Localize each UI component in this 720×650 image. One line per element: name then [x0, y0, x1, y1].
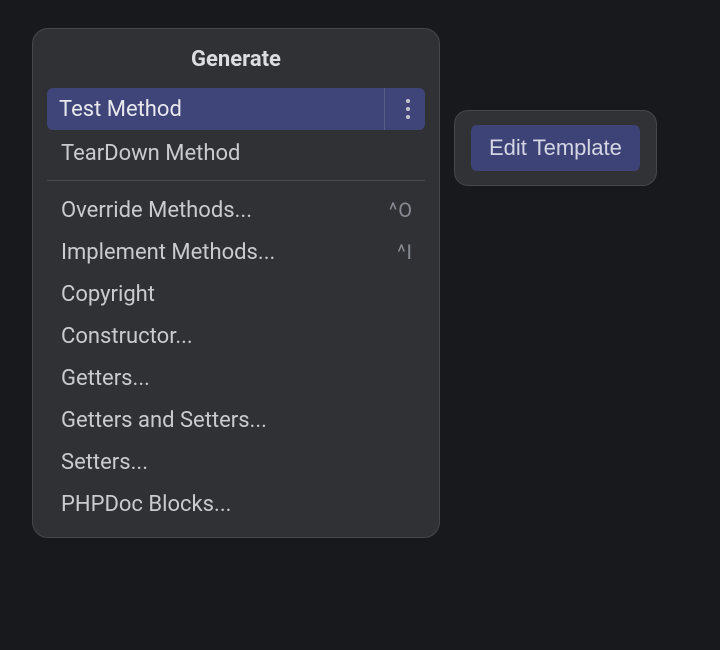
menu-item-label: PHPDoc Blocks... [61, 492, 413, 517]
menu-item-teardown-method[interactable]: TearDown Method [41, 132, 431, 174]
menu-item-label: Getters... [61, 366, 413, 391]
menu-item-test-method[interactable]: Test Method [47, 88, 425, 130]
menu-item-label: TearDown Method [61, 141, 413, 166]
more-options-button[interactable] [384, 88, 417, 130]
keyboard-shortcut: ^O [389, 198, 413, 222]
menu-item-label: Implement Methods... [61, 240, 397, 265]
menu-item-label: Getters and Setters... [61, 408, 413, 433]
keyboard-shortcut: ^I [397, 240, 413, 264]
menu-item-label: Constructor... [61, 324, 413, 349]
menu-separator [47, 180, 425, 181]
edit-template-tooltip: Edit Template [454, 110, 657, 186]
menu-item-label: Override Methods... [61, 198, 389, 223]
menu-item-constructor[interactable]: Constructor... [41, 315, 431, 357]
edit-template-button[interactable]: Edit Template [471, 125, 640, 171]
menu-item-label: Copyright [61, 282, 413, 307]
more-vertical-icon [399, 99, 417, 119]
menu-item-implement-methods[interactable]: Implement Methods... ^I [41, 231, 431, 273]
generate-menu: Generate Test Method TearDown Method Ove… [32, 28, 440, 538]
menu-title: Generate [33, 29, 439, 88]
menu-item-getters[interactable]: Getters... [41, 357, 431, 399]
menu-item-override-methods[interactable]: Override Methods... ^O [41, 189, 431, 231]
menu-item-getters-setters[interactable]: Getters and Setters... [41, 399, 431, 441]
menu-item-setters[interactable]: Setters... [41, 441, 431, 483]
menu-item-label: Test Method [59, 97, 384, 122]
menu-item-label: Setters... [61, 450, 413, 475]
menu-item-phpdoc-blocks[interactable]: PHPDoc Blocks... [41, 483, 431, 525]
menu-item-copyright[interactable]: Copyright [41, 273, 431, 315]
